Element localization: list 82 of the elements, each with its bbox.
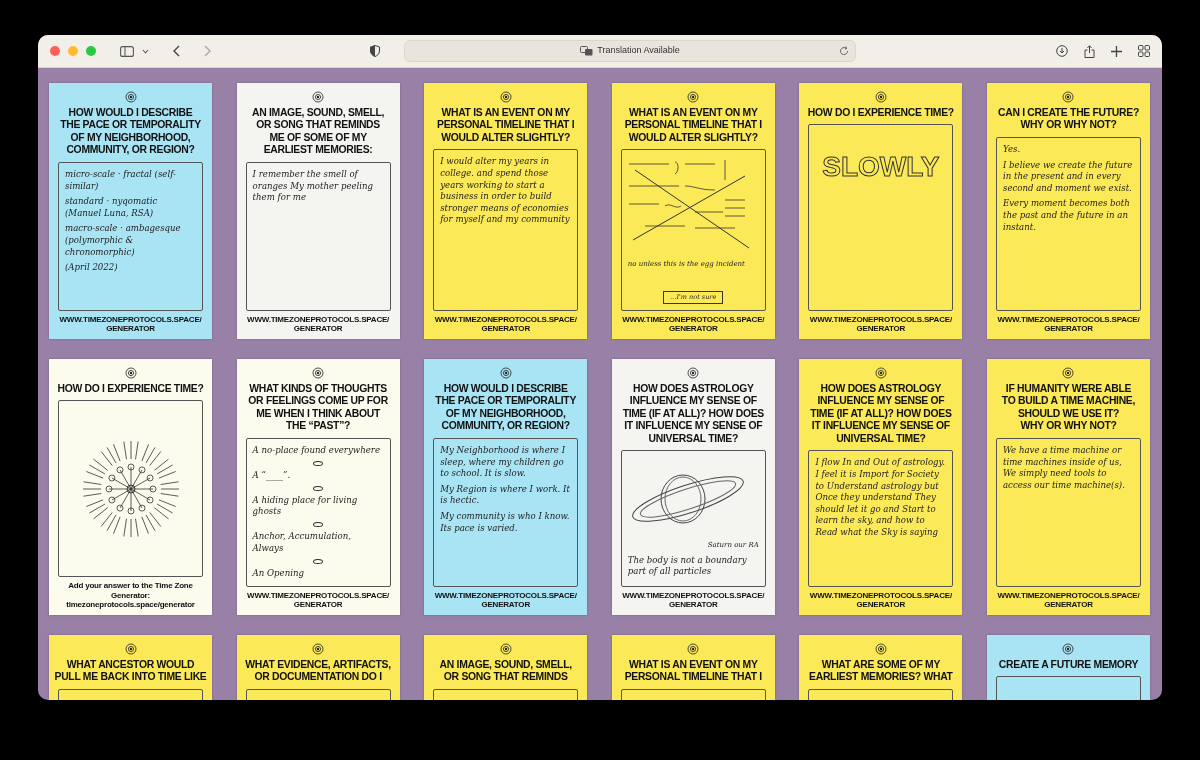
card-question: IF HUMANITY WERE ABLE TO BUILD A TIME MACHINE, SHOULD WE USE IT? WHY OR WHY NOT? [1001,383,1136,433]
address-bar[interactable]: Translation Available [404,40,856,62]
card-question: AN IMAGE, SOUND, SMELL, OR SONG THAT REMINDS ME OF SOME OF MY EARLIEST MEMORIES: [251,107,385,157]
card-footer: WWW.TIMEZONEPROTOCOLS.SPACE/GENERATOR [995,590,1141,609]
sidebar-icon[interactable] [120,45,134,57]
card-footer: WWW.TIMEZONEPROTOCOLS.SPACE/GENERATOR [433,590,579,609]
eye-logo-icon [499,643,512,655]
share-icon[interactable] [1084,44,1095,58]
card-question: WHAT EVIDENCE, ARTIFACTS, OR DOCUMENTATION DO I [245,659,391,684]
eye-logo-icon [1062,91,1075,103]
handwritten-answer: A no-place found everywhere [252,444,381,457]
card-question: HOW DO I EXPERIENCE TIME? [57,383,204,396]
handwritten-answer: We have a time machine or time machines inside of us, We simply need tools to access our time machine(s). [1002,444,1126,492]
eye-logo-icon [874,91,887,103]
card-footer: Add your answer to the Time Zone Generator: timezoneprotocols.space/generator [58,581,203,609]
tab-overview-icon[interactable] [1138,45,1150,57]
card-footer: WWW.TIMEZONEPROTOCOLS.SPACE/GENERATOR [433,314,579,333]
eye-logo-icon [687,367,700,379]
eye-logo-icon [874,367,887,379]
handwritten-answer: A hiding place for living ghosts [252,494,359,519]
card-footer: WWW.TIMEZONEPROTOCOLS.SPACE/GENERATOR [620,314,766,333]
card-question: HOW DO I EXPERIENCE TIME? [807,107,954,120]
eye-logo-icon [1062,643,1075,655]
eye-logo-icon [124,643,137,655]
card-footer: WWW.TIMEZONEPROTOCOLS.SPACE/GENERATOR [808,590,954,609]
handwritten-answer: standard · nyqomatic (Manuel Luna, RSA) [65,196,159,220]
handwritten-answer: micro-scale · fractal (self-similar) [65,168,177,193]
handwritten-answer: An Opening [252,568,306,580]
translate-icon[interactable] [580,46,594,56]
handwritten-answer: A “____”. [252,469,292,482]
handwritten-answer: I believe we create the future in the present and in every second and moment we exist. [1002,159,1134,195]
handwritten-answer: I remember the smell of oranges My mother peeling them for me [252,168,375,204]
drawn-lettering: SLOWLY [822,151,940,184]
handwritten-answer: Anchor, Accumulation, Always [252,531,353,555]
card-question: HOW WOULD I DESCRIBE THE PACE OR TEMPORALITY OF MY NEIGHBORHOOD, COMMUNITY, OR REGION? [435,383,577,433]
eye-logo-icon [499,367,512,379]
eye-logo-icon [312,367,325,379]
eye-logo-icon [687,91,700,103]
card-footer: WWW.TIMEZONEPROTOCOLS.SPACE/GENERATOR [245,590,391,609]
handwritten-answer: My Region is where I work. It is hectic. [440,483,571,507]
card-question: WHAT ANCESTOR WOULD PULL ME BACK INTO TIME LIKE [54,659,207,684]
chevron-down-icon[interactable] [142,48,149,54]
card-footer: WWW.TIMEZONEPROTOCOLS.SPACE/GENERATOR [245,314,391,333]
back-icon[interactable] [173,45,180,57]
handwritten-answer: I would alter my years in college. and spend those years working to start a business in order to build stronger means of economies for myself and my community [440,156,571,226]
handwritten-answer: My Neighborhood is where I sleep, where my children go to school. It is slow. [440,444,567,480]
card-question: HOW WOULD I DESCRIBE THE PACE OR TEMPORALITY OF MY NEIGHBORHOOD, COMMUNITY, OR REGION? [60,107,201,157]
handwritten-answer: I flow In and Out of astrology. I feel it is Import for Society to Understand astrology but Once they understand They should let it go and Start to learn the sky, and how to Read what the Sky is saying [815,457,947,539]
eye-logo-icon [1062,367,1075,379]
card-question: WHAT IS AN EVENT ON MY PERSONAL TIMELINE THAT I [624,659,762,684]
address-text: Translation Available [597,44,680,58]
reload-icon[interactable] [839,46,849,56]
handwritten-answer: Every moment becomes both the past and the future in an instant. [1002,198,1131,234]
handwritten-answer: (April 2022) [65,262,119,274]
eye-logo-icon [312,643,325,655]
card-footer: WWW.TIMEZONEPROTOCOLS.SPACE/GENERATOR [808,314,954,333]
card-question: WHAT KINDS OF THOUGHTS OR FEELINGS COME UP FOR ME WHEN I THINK ABOUT THE “PAST”? [248,383,388,433]
handwritten-answer: My community is who I know. Its pace is varied. [440,510,571,535]
card-question: CAN I CREATE THE FUTURE? WHY OR WHY NOT? [998,107,1139,132]
card-footer: WWW.TIMEZONEPROTOCOLS.SPACE/GENERATOR [58,314,203,333]
card-question: WHAT ARE SOME OF MY EARLIEST MEMORIES? WHAT [809,659,953,684]
eye-logo-icon [687,643,700,655]
close-window-button[interactable] [50,46,60,56]
handwritten-answer: macro-scale · ambagesque (polymorphic & chronomorphic) [65,223,182,259]
shield-icon[interactable] [370,45,380,57]
handwritten-answer: The body is not a boundary part of all particles [627,554,748,579]
new-tab-icon[interactable] [1111,45,1122,57]
card-question: WHAT IS AN EVENT ON MY PERSONAL TIMELINE THAT I WOULD ALTER SLIGHTLY? [624,107,762,145]
card-footer: WWW.TIMEZONEPROTOCOLS.SPACE/GENERATOR [620,590,766,609]
eye-logo-icon [312,91,325,103]
card-question: HOW DOES ASTROLOGY INFLUENCE MY SENSE OF TIME (IF AT ALL)? HOW DOES IT INFLUENCE MY SENSE OF UNIVERSAL TIME? [810,383,952,446]
eye-logo-icon [124,91,137,103]
card-question: WHAT IS AN EVENT ON MY PERSONAL TIMELINE THAT I WOULD ALTER SLIGHTLY? [437,107,575,145]
eye-logo-icon [874,643,887,655]
eye-logo-icon [124,367,137,379]
card-question: AN IMAGE, SOUND, SMELL, OR SONG THAT REMINDS [439,659,572,684]
eye-logo-icon [499,91,512,103]
card-question: CREATE A FUTURE MEMORY [998,659,1139,672]
download-icon[interactable] [1056,45,1068,57]
card-question: HOW DOES ASTROLOGY INFLUENCE MY SENSE OF TIME (IF AT ALL)? HOW DOES IT INFLUENCE MY SENSE OF UNIVERSAL TIME? [622,383,764,446]
card-footer: WWW.TIMEZONEPROTOCOLS.SPACE/GENERATOR [995,314,1141,333]
handwritten-answer: Yes. [1002,143,1022,156]
